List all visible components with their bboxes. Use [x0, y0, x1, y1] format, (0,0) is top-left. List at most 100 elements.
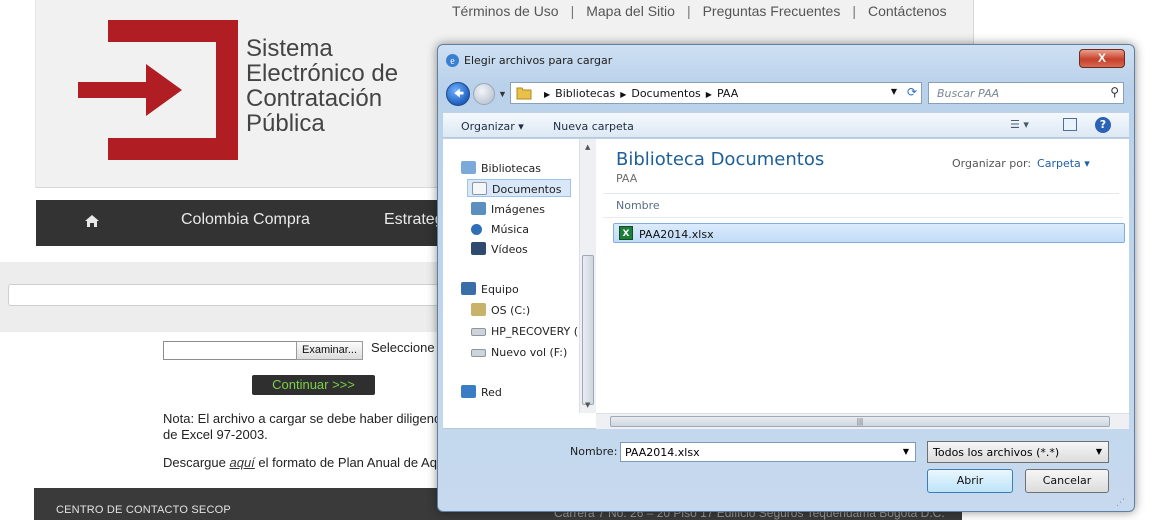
brand-line: Sistema — [246, 35, 333, 62]
sidebar-item-label: Bibliotecas — [481, 162, 542, 175]
horizontal-scrollbar[interactable]: ||| — [596, 413, 1129, 429]
upload-note: Nota: El archivo a cargar se debe haber … — [163, 411, 451, 442]
sidebar-scrollbar[interactable]: ▲ ▼ — [579, 139, 596, 413]
new-folder-button[interactable]: Nueva carpeta — [553, 120, 634, 133]
ie-window-icon: e — [446, 54, 459, 67]
filetype-select[interactable]: Todos los archivos (*.*) ▼ — [927, 441, 1109, 463]
download-text: Descargue aquí el formato de Plan Anual … — [163, 455, 447, 470]
excel-file-icon: X — [619, 226, 633, 240]
forward-button[interactable] — [473, 83, 495, 105]
search-icon[interactable]: ⚲ — [1110, 85, 1119, 99]
browse-button[interactable]: Examinar... — [296, 341, 363, 360]
filename-dropdown-icon[interactable]: ▼ — [903, 447, 909, 456]
address-dropdown-icon[interactable]: ▼ — [891, 87, 897, 96]
home-icon[interactable] — [84, 213, 100, 229]
brand-line: Pública — [246, 110, 325, 137]
sidebar-item-hp-recovery[interactable]: HP_RECOVERY (D — [471, 322, 587, 340]
sidebar-item-label: OS (C:) — [491, 304, 531, 317]
secop-logo-icon — [78, 20, 238, 160]
music-icon — [471, 224, 482, 235]
sidebar-item-label: Documentos — [492, 183, 562, 196]
breadcrumb: ▶ Bibliotecas ▶ Documentos ▶ PAA — [539, 87, 738, 100]
download-suffix: el formato de Plan Anual de Aqui — [254, 455, 448, 470]
sidebar-item-equipo[interactable]: Equipo — [457, 280, 577, 298]
link-terms[interactable]: Términos de Uso — [452, 3, 559, 19]
column-header-name[interactable]: Nombre — [616, 199, 660, 212]
view-options-icon[interactable]: ☰ ▾ — [1010, 118, 1029, 131]
select-instruction: Seleccione — [371, 340, 435, 355]
search-input[interactable]: Buscar PAA ⚲ — [928, 82, 1124, 104]
chevron-down-icon: ▼ — [1095, 447, 1102, 456]
close-button[interactable]: X — [1079, 49, 1125, 68]
link-faq[interactable]: Preguntas Frecuentes — [703, 3, 841, 19]
nav-item-estrategia[interactable]: Estrateg — [384, 211, 444, 229]
sidebar-item-musica[interactable]: Música — [471, 220, 571, 238]
scroll-down-icon[interactable]: ▼ — [585, 401, 590, 409]
arrange-dropdown[interactable]: Carpeta ▾ — [1037, 157, 1090, 170]
sidebar-item-label: HP_RECOVERY (D — [491, 325, 587, 338]
separator: | — [686, 3, 691, 19]
drive-icon — [471, 328, 486, 336]
page-search-strip[interactable] — [8, 284, 440, 306]
separator: | — [570, 3, 575, 19]
library-subtitle: PAA — [616, 172, 638, 185]
sidebar-item-documentos[interactable]: Documentos — [467, 179, 571, 197]
sidebar-item-label: Música — [491, 223, 530, 236]
file-list-item[interactable]: X PAA2014.xlsx — [613, 223, 1125, 243]
refresh-icon[interactable]: ⟳ — [907, 85, 917, 99]
navigation-pane: Bibliotecas Documentos Imágenes Música V… — [443, 139, 596, 413]
page-left-edge — [0, 0, 36, 188]
sidebar-item-label: Nuevo vol (F:) — [491, 346, 568, 359]
dialog-toolbar: Organizar ▾ Nueva carpeta ☰ ▾ ? — [443, 112, 1129, 138]
sidebar-item-red[interactable]: Red — [457, 383, 557, 401]
breadcrumb-documents[interactable]: Documentos — [631, 87, 700, 100]
scroll-thumb[interactable] — [582, 255, 594, 405]
documents-icon — [472, 182, 487, 195]
filename-field[interactable]: PAA2014.xlsx ▼ — [620, 442, 916, 462]
sidebar-item-nuevo-vol[interactable]: Nuevo vol (F:) — [471, 343, 571, 361]
link-sitemap[interactable]: Mapa del Sitio — [586, 3, 675, 19]
divider — [603, 193, 1119, 194]
drive-icon — [471, 303, 486, 316]
organize-menu[interactable]: Organizar ▾ — [461, 120, 524, 133]
sidebar-item-bibliotecas[interactable]: Bibliotecas — [457, 159, 577, 177]
dialog-content: Bibliotecas Documentos Imágenes Música V… — [443, 139, 1129, 429]
cancel-button[interactable]: Cancelar — [1025, 469, 1109, 493]
sidebar-item-imagenes[interactable]: Imágenes — [471, 200, 571, 218]
help-icon[interactable]: ? — [1095, 117, 1111, 133]
breadcrumb-paa[interactable]: PAA — [717, 87, 738, 100]
sidebar-item-label: Vídeos — [491, 243, 528, 256]
resize-grip-icon[interactable]: ⋰ — [1116, 497, 1125, 508]
sidebar-item-label: Equipo — [481, 283, 519, 296]
pictures-icon — [471, 202, 486, 215]
continue-button[interactable]: Continuar >>> — [252, 375, 375, 395]
brand-line: Contratación — [246, 85, 383, 112]
link-contact[interactable]: Contáctenos — [868, 3, 947, 19]
preview-pane-icon[interactable] — [1063, 118, 1077, 131]
breadcrumb-arrow-icon: ▶ — [544, 90, 551, 99]
top-links: Términos de Uso | Mapa del Sitio | Preguntas… — [452, 3, 947, 19]
breadcrumb-libraries[interactable]: Bibliotecas — [555, 87, 615, 100]
sidebar-item-videos[interactable]: Vídeos — [471, 240, 571, 258]
scroll-up-icon[interactable]: ▲ — [585, 143, 590, 151]
sidebar-item-label: Imágenes — [491, 203, 545, 216]
filetype-value: Todos los archivos (*.*) — [933, 446, 1060, 459]
dialog-title: Elegir archivos para cargar — [464, 54, 613, 67]
breadcrumb-arrow-icon: ▶ — [620, 90, 627, 99]
sidebar-item-os-c[interactable]: OS (C:) — [471, 301, 571, 319]
download-prefix: Descargue — [163, 455, 230, 470]
file-name: PAA2014.xlsx — [639, 228, 714, 241]
nav-item-colombia-compra[interactable]: Colombia Compra — [181, 211, 310, 229]
drive-icon — [471, 349, 486, 357]
open-button[interactable]: Abrir — [927, 469, 1013, 493]
back-arrow-icon — [454, 88, 464, 98]
computer-icon — [461, 282, 476, 295]
scroll-thumb[interactable]: ||| — [610, 416, 1110, 427]
sidebar-item-label: Red — [481, 386, 502, 399]
address-bar[interactable]: ▶ Bibliotecas ▶ Documentos ▶ PAA ▼ ⟳ — [510, 82, 922, 104]
libraries-icon — [461, 161, 476, 174]
history-dropdown-icon[interactable]: ▼ — [498, 89, 507, 99]
download-link[interactable]: aquí — [229, 455, 254, 470]
divider — [603, 217, 1123, 218]
back-button[interactable] — [446, 82, 470, 106]
